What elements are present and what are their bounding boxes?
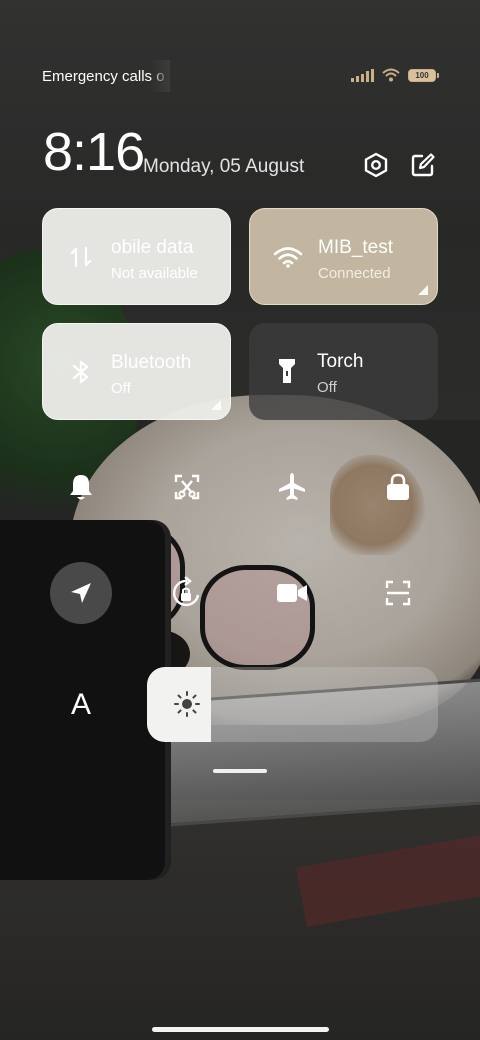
- video-camera-icon: [277, 584, 307, 602]
- tile-wifi[interactable]: MIB_test Connected: [249, 208, 438, 305]
- clock-date: Monday, 05 August: [143, 156, 305, 177]
- screenshot-icon: [174, 474, 200, 500]
- tile-status: Off: [317, 379, 337, 396]
- expand-corner-icon[interactable]: [211, 400, 221, 410]
- bell-icon: [70, 475, 92, 500]
- lock-icon: [387, 473, 409, 500]
- mobile-data-icon: [65, 241, 97, 273]
- tile-title: obile data: [111, 237, 194, 258]
- toggle-screen-recorder[interactable]: [261, 562, 323, 624]
- bluetooth-icon: [65, 356, 97, 388]
- cellular-signal-icon: [351, 68, 374, 82]
- tile-mobile-data[interactable]: obile data Not available: [42, 208, 231, 305]
- torch-icon: [271, 355, 303, 387]
- tile-status: Connected: [318, 265, 391, 282]
- expand-corner-icon[interactable]: [418, 285, 428, 295]
- status-bar: Emergency calls o 100: [0, 60, 480, 92]
- settings-hexagon-icon: [364, 152, 388, 178]
- toggle-screenshot[interactable]: [156, 456, 218, 518]
- wifi-icon: [272, 241, 304, 273]
- carrier-text: Emergency calls o: [42, 68, 165, 85]
- toggle-airplane-mode[interactable]: [261, 456, 323, 518]
- panel-drag-handle[interactable]: [213, 769, 267, 773]
- brightness-slider[interactable]: [147, 667, 438, 742]
- toggle-lock-screen[interactable]: [367, 456, 429, 518]
- edit-button[interactable]: [408, 150, 438, 180]
- battery-indicator: 100: [408, 68, 439, 82]
- sun-icon: [174, 691, 200, 717]
- tile-title: MIB_test: [318, 237, 393, 258]
- tile-title: Bluetooth: [111, 352, 192, 373]
- tile-status: Not available: [111, 265, 198, 282]
- tile-bluetooth[interactable]: Bluetooth Off: [42, 323, 231, 420]
- toggle-location[interactable]: [50, 562, 112, 624]
- scanner-icon: [385, 580, 411, 606]
- clock-time: 8:16: [43, 122, 145, 182]
- home-indicator[interactable]: [152, 1027, 329, 1032]
- location-icon: [71, 583, 91, 603]
- toggle-scanner[interactable]: [367, 562, 429, 624]
- rotation-lock-icon: [172, 576, 200, 607]
- tile-status: Off: [111, 380, 131, 397]
- settings-button[interactable]: [361, 150, 391, 180]
- tile-title: Torch: [317, 351, 364, 372]
- auto-brightness-button[interactable]: A: [64, 688, 98, 722]
- toggle-sound[interactable]: [50, 456, 112, 518]
- toggle-rotation-lock[interactable]: [156, 562, 218, 624]
- wifi-icon: [382, 68, 400, 82]
- tile-torch[interactable]: Torch Off: [249, 323, 438, 420]
- edit-icon: [411, 153, 435, 177]
- airplane-icon: [279, 473, 305, 500]
